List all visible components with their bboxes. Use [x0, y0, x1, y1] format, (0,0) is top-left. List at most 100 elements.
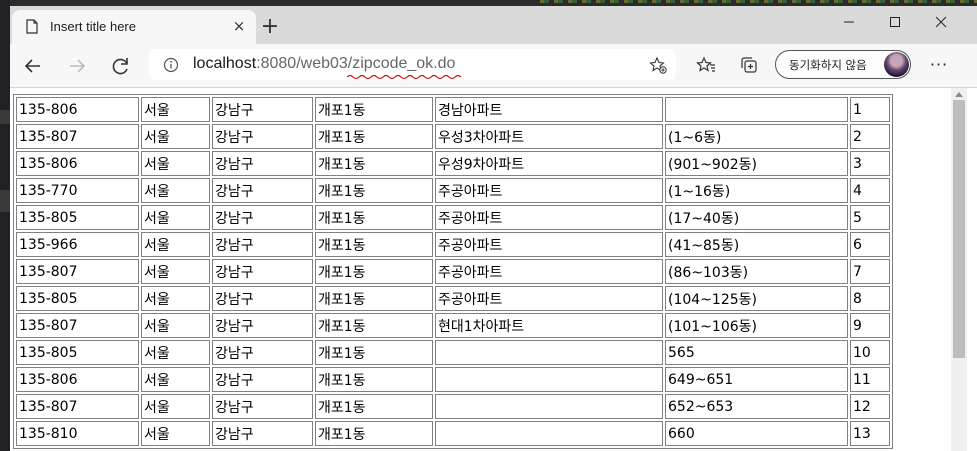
seq-cell: 5 [850, 205, 890, 230]
gugun-cell: 강남구 [212, 232, 313, 257]
sync-label: 동기화하지 않음 [789, 58, 867, 72]
dong-cell: 개포1동 [315, 151, 433, 176]
zipcode-cell: 135-806 [16, 151, 139, 176]
building-cell: 주공아파트 [435, 259, 663, 284]
tab-title: Insert title here [50, 19, 136, 34]
table-row: 135-806 서울 강남구 개포1동 경남아파트 1 [16, 97, 890, 122]
sido-cell: 서울 [141, 286, 210, 311]
bunji-cell: (1~6동) [665, 124, 848, 149]
dong-cell: 개포1동 [315, 286, 433, 311]
table-row: 135-806 서울 강남구 개포1동 우성9차아파트 (901~902동) 3 [16, 151, 890, 176]
sido-cell: 서울 [141, 340, 210, 365]
building-cell: 주공아파트 [435, 232, 663, 257]
bunji-cell: (41~85동) [665, 232, 848, 257]
seq-cell: 3 [850, 151, 890, 176]
gugun-cell: 강남구 [212, 394, 313, 419]
dong-cell: 개포1동 [315, 232, 433, 257]
page-viewport: 135-806 서울 강남구 개포1동 경남아파트 1 135-807 서울 강남구 개포1동 우성… [10, 88, 950, 451]
sync-profile-button[interactable]: 동기화하지 않음 [775, 50, 911, 79]
minimize-icon[interactable] [826, 10, 872, 34]
page-icon [26, 19, 38, 34]
url-path: :8080/web03/zipcode_ok.do [256, 55, 456, 72]
bunji-cell: (101~106동) [665, 313, 848, 338]
seq-cell: 10 [850, 340, 890, 365]
add-favorite-icon[interactable] [649, 56, 667, 74]
building-cell: 현대1차아파트 [435, 313, 663, 338]
dong-cell: 개포1동 [315, 124, 433, 149]
sido-cell: 서울 [141, 232, 210, 257]
window-close-icon[interactable] [918, 10, 964, 34]
zipcode-cell: 135-807 [16, 313, 139, 338]
table-row: 135-807 서울 강남구 개포1동 주공아파트 (86~103동) 7 [16, 259, 890, 284]
seq-cell: 7 [850, 259, 890, 284]
table-row: 135-805 서울 강남구 개포1동 주공아파트 (17~40동) 5 [16, 205, 890, 230]
building-cell [435, 394, 663, 419]
browser-tab[interactable]: Insert title here × [12, 10, 256, 44]
browser-toolbar: localhost:8080/web03/zipcode_ok.do 동기화하지… [10, 44, 977, 88]
zipcode-cell: 135-805 [16, 340, 139, 365]
close-icon[interactable]: × [231, 18, 247, 34]
collections-icon[interactable] [739, 55, 759, 75]
zipcode-cell: 135-770 [16, 178, 139, 203]
favorites-icon[interactable] [696, 55, 716, 75]
zipcode-cell: 135-807 [16, 259, 139, 284]
scrollbar-thumb[interactable] [953, 100, 965, 358]
dong-cell: 개포1동 [315, 259, 433, 284]
avatar [884, 52, 909, 77]
back-arrow-icon[interactable] [19, 52, 47, 80]
dong-cell: 개포1동 [315, 97, 433, 122]
seq-cell: 6 [850, 232, 890, 257]
zipcode-table-body: 135-806 서울 강남구 개포1동 경남아파트 1 135-807 서울 강남구 개포1동 우성… [16, 97, 890, 446]
maximize-icon[interactable] [872, 10, 918, 34]
bunji-cell: (86~103동) [665, 259, 848, 284]
gugun-cell: 강남구 [212, 124, 313, 149]
info-icon[interactable] [163, 57, 179, 73]
table-row: 135-810 서울 강남구 개포1동 660 13 [16, 421, 890, 446]
sido-cell: 서울 [141, 313, 210, 338]
sido-cell: 서울 [141, 259, 210, 284]
zipcode-cell: 135-810 [16, 421, 139, 446]
table-row: 135-807 서울 강남구 개포1동 652~653 12 [16, 394, 890, 419]
plus-icon[interactable]: + [259, 16, 281, 39]
gugun-cell: 강남구 [212, 340, 313, 365]
vertical-scrollbar[interactable] [951, 88, 967, 451]
seq-cell: 11 [850, 367, 890, 392]
dong-cell: 개포1동 [315, 367, 433, 392]
dong-cell: 개포1동 [315, 205, 433, 230]
gugun-cell: 강남구 [212, 178, 313, 203]
url-text: localhost:8080/web03/zipcode_ok.do [193, 55, 455, 73]
building-cell: 우성3차아파트 [435, 124, 663, 149]
sido-cell: 서울 [141, 367, 210, 392]
sido-cell: 서울 [141, 151, 210, 176]
bunji-cell [665, 97, 848, 122]
forward-arrow-icon[interactable] [63, 52, 91, 80]
reload-icon[interactable] [107, 52, 135, 80]
table-row: 135-770 서울 강남구 개포1동 주공아파트 (1~16동) 4 [16, 178, 890, 203]
gugun-cell: 강남구 [212, 259, 313, 284]
building-cell: 주공아파트 [435, 205, 663, 230]
table-row: 135-805 서울 강남구 개포1동 565 10 [16, 340, 890, 365]
bunji-cell: 565 [665, 340, 848, 365]
seq-cell: 8 [850, 286, 890, 311]
building-cell: 주공아파트 [435, 178, 663, 203]
zipcode-cell: 135-966 [16, 232, 139, 257]
dong-cell: 개포1동 [315, 340, 433, 365]
building-cell [435, 421, 663, 446]
building-cell [435, 340, 663, 365]
gugun-cell: 강남구 [212, 151, 313, 176]
dong-cell: 개포1동 [315, 178, 433, 203]
seq-cell: 4 [850, 178, 890, 203]
building-cell [435, 367, 663, 392]
tab-bar: Insert title here × + [10, 6, 977, 44]
background-window-content [540, 0, 977, 3]
seq-cell: 1 [850, 97, 890, 122]
sido-cell: 서울 [141, 394, 210, 419]
dong-cell: 개포1동 [315, 313, 433, 338]
scroll-up-icon[interactable] [955, 92, 963, 97]
seq-cell: 13 [850, 421, 890, 446]
more-icon[interactable]: ··· [928, 54, 950, 76]
address-bar[interactable]: localhost:8080/web03/zipcode_ok.do [149, 49, 676, 80]
zipcode-cell: 135-806 [16, 367, 139, 392]
dong-cell: 개포1동 [315, 421, 433, 446]
url-host: localhost [193, 55, 257, 72]
